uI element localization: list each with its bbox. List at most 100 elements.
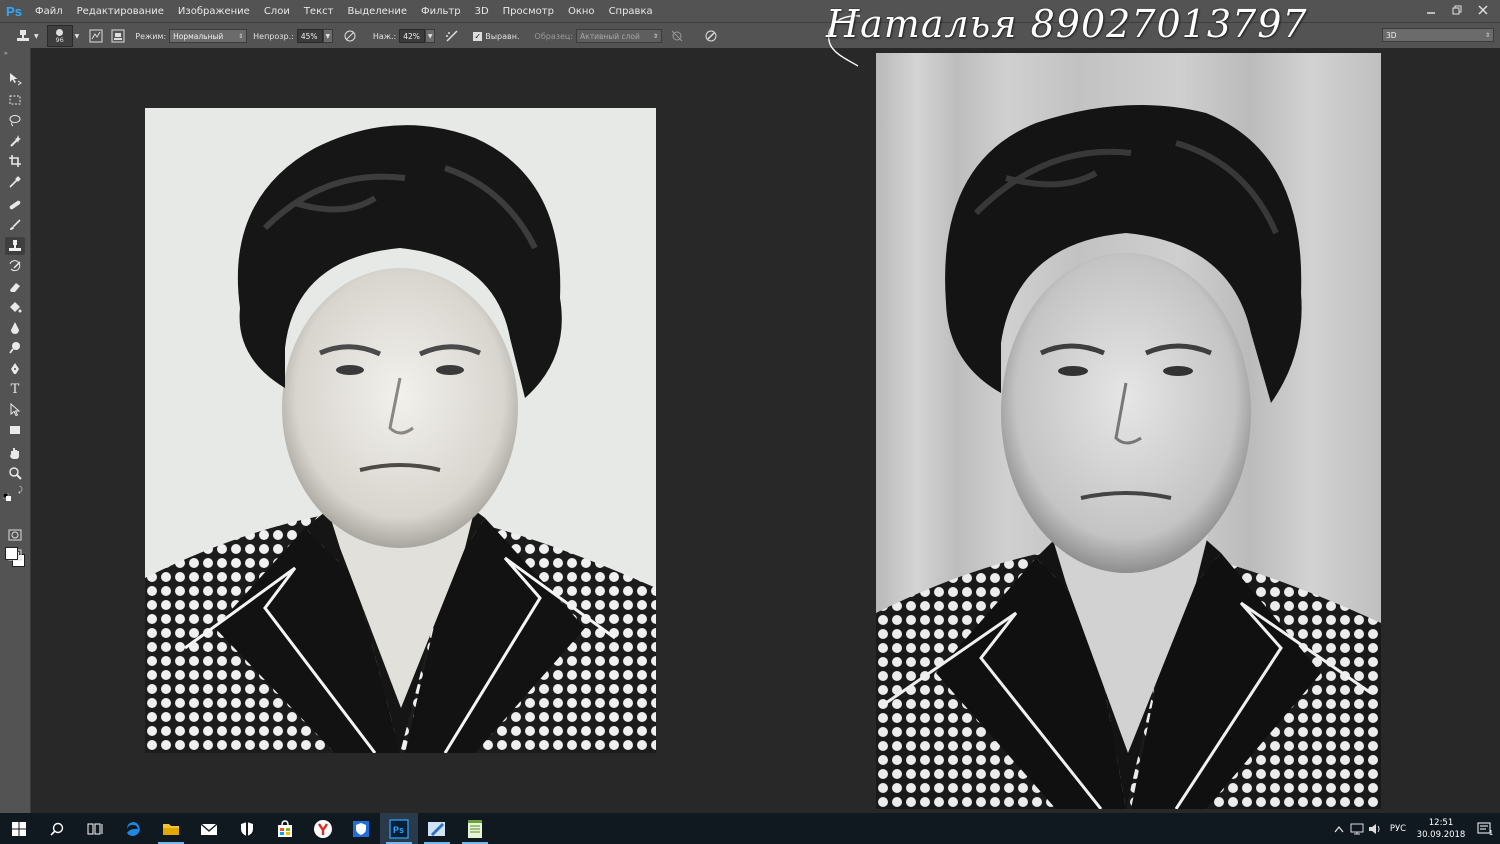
aligned-checkbox[interactable]: ✓ [473, 31, 483, 41]
brush-dropdown-arrow-icon[interactable]: ▼ [75, 33, 80, 40]
workspace-select[interactable]: 3D ⇕ [1382, 28, 1494, 42]
opacity-label: Непрозр.: [253, 31, 294, 41]
lasso-tool-icon[interactable] [5, 111, 25, 129]
mail-icon[interactable] [190, 813, 228, 844]
mode-arrow-icon: ⇕ [238, 32, 244, 40]
clone-source-panel-icon[interactable] [109, 27, 127, 45]
rectangle-tool-icon[interactable] [5, 421, 25, 439]
menu-edit[interactable]: Редактирование [70, 6, 171, 17]
notepad-icon[interactable] [456, 813, 494, 844]
start-icon[interactable] [0, 813, 38, 844]
menu-select[interactable]: Выделение [340, 6, 414, 17]
panel-collapse-icon[interactable]: » [4, 50, 8, 57]
sample-value: Активный слой [580, 31, 640, 41]
restored-portrait-image [876, 53, 1381, 809]
aligned-label: Выравн. [485, 31, 520, 41]
preset-dropdown-arrow-icon[interactable]: ▼ [34, 33, 39, 40]
store-icon[interactable] [266, 813, 304, 844]
path-selection-tool-icon[interactable] [5, 401, 25, 419]
airbrush-icon[interactable] [443, 27, 461, 45]
eyedropper-tool-icon[interactable] [5, 173, 25, 191]
edge-icon[interactable] [114, 813, 152, 844]
original-photo [145, 108, 656, 753]
brush-size-picker[interactable]: 96 [46, 25, 73, 47]
network-icon[interactable] [1348, 823, 1366, 835]
opacity-input[interactable]: 45% [296, 29, 323, 43]
menu-file[interactable]: Файл [28, 6, 70, 17]
menu-help[interactable]: Справка [602, 6, 660, 17]
menu-window[interactable]: Окно [561, 6, 602, 17]
svg-text:Ps: Ps [393, 825, 404, 835]
crop-tool-icon[interactable] [5, 152, 25, 170]
brush-panel-icon[interactable] [87, 27, 105, 45]
sample-label: Образец: [534, 31, 574, 41]
foreground-color-swatch[interactable] [5, 547, 18, 560]
volume-icon[interactable] [1366, 823, 1384, 835]
swap-colors-icon[interactable]: ⤸ [18, 485, 23, 495]
workspace-arrow-icon: ⇕ [1484, 31, 1490, 39]
pressure-slider-toggle-icon[interactable]: ▼ [425, 29, 436, 43]
defender-icon[interactable] [342, 813, 380, 844]
clock[interactable]: 12:51 30.09.2018 [1412, 817, 1470, 841]
clone-stamp-tool-icon[interactable] [5, 237, 25, 255]
ignore-adjustment-layers-icon[interactable] [668, 27, 686, 45]
menu-layers[interactable]: Слои [257, 6, 297, 17]
brush-tool-icon[interactable] [5, 216, 25, 234]
windows-taskbar: Ps РУС 12:51 30.09.2018 1 [0, 813, 1500, 844]
opacity-slider-toggle-icon[interactable]: ▼ [322, 29, 333, 43]
clone-stamp-preset-icon[interactable] [14, 27, 32, 45]
default-colors-icon[interactable] [2, 486, 11, 505]
menu-type[interactable]: Текст [297, 6, 341, 17]
healing-brush-tool-icon[interactable] [5, 196, 25, 214]
pressure-size-icon[interactable] [702, 27, 720, 45]
zoom-tool-icon[interactable] [5, 464, 25, 482]
security-shield-icon[interactable] [228, 813, 266, 844]
magic-wand-tool-icon[interactable] [5, 132, 25, 150]
photoshop-logo: Ps [6, 3, 22, 19]
chevron-up-icon[interactable] [1330, 825, 1348, 833]
notification-count: 1 [1488, 828, 1494, 837]
pressure-input[interactable]: 42% [399, 29, 426, 43]
quick-mask-icon[interactable] [5, 526, 25, 544]
mode-select[interactable]: Нормальный ⇕ [169, 29, 248, 43]
type-tool-icon[interactable]: T [5, 380, 25, 398]
pen-app-icon[interactable] [418, 813, 456, 844]
eraser-tool-icon[interactable] [5, 278, 25, 296]
brush-dot-icon [56, 28, 64, 36]
yandex-browser-icon[interactable] [304, 813, 342, 844]
pen-tool-icon[interactable] [5, 360, 25, 378]
mode-label: Режим: [135, 31, 167, 41]
menu-filter[interactable]: Фильтр [414, 6, 468, 17]
menu-3d[interactable]: 3D [468, 6, 496, 17]
mode-value: Нормальный [173, 31, 224, 41]
restore-icon[interactable] [1444, 0, 1470, 20]
marquee-tool-icon[interactable] [5, 91, 25, 109]
workspace-value: 3D [1386, 30, 1397, 40]
sample-arrow-icon: ⇕ [653, 32, 659, 40]
clock-time: 12:51 [1428, 817, 1454, 828]
file-explorer-icon[interactable] [152, 813, 190, 844]
close-icon[interactable] [1470, 0, 1496, 20]
watermark-signature: Наталья 89027013797 [826, 2, 1308, 46]
menu-view[interactable]: Просмотр [496, 6, 561, 17]
language-indicator[interactable]: РУС [1384, 824, 1412, 834]
search-icon[interactable] [38, 813, 76, 844]
brush-size-value: 96 [55, 35, 64, 44]
window-controls [1418, 0, 1496, 22]
history-brush-tool-icon[interactable] [5, 257, 25, 275]
hand-tool-icon[interactable] [5, 444, 25, 462]
task-view-icon[interactable] [76, 813, 114, 844]
blur-tool-icon[interactable] [5, 319, 25, 337]
paint-bucket-tool-icon[interactable] [5, 298, 25, 316]
tools-panel: » T ⤸ [0, 48, 31, 813]
dodge-tool-icon[interactable] [5, 339, 25, 357]
menu-image[interactable]: Изображение [171, 6, 257, 17]
photoshop-icon[interactable]: Ps [380, 813, 418, 844]
minimize-icon[interactable] [1418, 0, 1444, 20]
move-tool-icon[interactable] [5, 70, 25, 88]
sample-select[interactable]: Активный слой ⇕ [576, 29, 663, 43]
notification-center-icon[interactable]: 1 [1470, 821, 1500, 837]
pressure-opacity-icon[interactable] [341, 27, 359, 45]
original-portrait-image [145, 108, 656, 753]
restored-photo [876, 53, 1381, 809]
